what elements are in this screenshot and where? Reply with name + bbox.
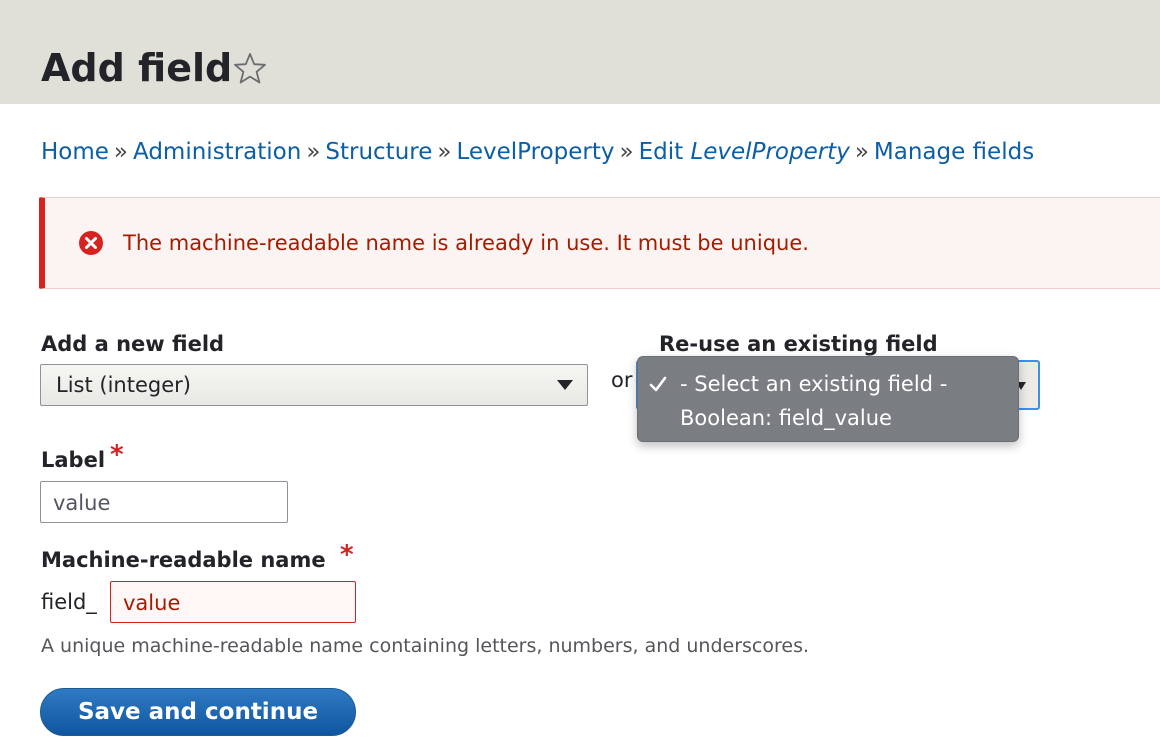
breadcrumb-structure[interactable]: Structure bbox=[325, 139, 432, 165]
error-text: The machine-readable name is already in … bbox=[123, 231, 809, 255]
or-label: or bbox=[611, 368, 633, 392]
breadcrumb-separator: » bbox=[437, 139, 452, 165]
star-outline-icon[interactable] bbox=[232, 51, 268, 87]
add-new-field-label: Add a new field bbox=[41, 332, 225, 356]
breadcrumb-separator: » bbox=[306, 139, 321, 165]
machine-name-prefix: field_ bbox=[41, 590, 97, 614]
page-header: Add field bbox=[0, 0, 1160, 104]
checkmark-icon bbox=[649, 376, 667, 392]
reuse-field-label: Re-use an existing field bbox=[659, 332, 938, 356]
page-title: Add field bbox=[41, 46, 233, 90]
breadcrumb-edit-levelproperty[interactable]: Edit LevelProperty bbox=[639, 139, 850, 165]
error-circle-icon bbox=[79, 231, 103, 255]
breadcrumb-edit-prefix: Edit bbox=[638, 139, 691, 165]
breadcrumb-manage-fields[interactable]: Manage fields bbox=[874, 139, 1034, 165]
add-new-field-selected: List (integer) bbox=[56, 373, 191, 397]
chevron-down-icon bbox=[557, 380, 573, 390]
save-and-continue-button[interactable]: Save and continue bbox=[40, 688, 356, 736]
breadcrumb: Home» Administration» Structure» LevelPrope… bbox=[41, 136, 1034, 168]
machine-name-input-value: value bbox=[123, 591, 181, 615]
label-input[interactable]: value bbox=[40, 481, 288, 523]
dropdown-option-boolean-field-value[interactable]: Boolean: field_value bbox=[680, 404, 892, 432]
breadcrumb-separator: » bbox=[854, 139, 869, 165]
machine-name-input[interactable]: value bbox=[110, 581, 356, 623]
breadcrumb-administration[interactable]: Administration bbox=[133, 139, 301, 165]
reuse-field-dropdown-menu: - Select an existing field - Boolean: fi… bbox=[637, 356, 1019, 442]
machine-name-label: Machine-readable name bbox=[41, 548, 326, 572]
breadcrumb-edit-entity: LevelProperty bbox=[690, 139, 850, 165]
machine-name-description: A unique machine-readable name containin… bbox=[41, 635, 810, 657]
breadcrumb-separator: » bbox=[113, 139, 128, 165]
error-message: The machine-readable name is already in … bbox=[39, 197, 1160, 289]
breadcrumb-separator: » bbox=[619, 139, 634, 165]
label-input-value: value bbox=[53, 491, 111, 515]
label-field-label: Label bbox=[41, 448, 106, 472]
required-marker: * bbox=[110, 440, 124, 470]
breadcrumb-levelproperty[interactable]: LevelProperty bbox=[456, 139, 614, 165]
add-new-field-select[interactable]: List (integer) bbox=[40, 364, 588, 406]
required-marker: * bbox=[340, 540, 354, 570]
breadcrumb-home[interactable]: Home bbox=[41, 139, 109, 165]
dropdown-option-select-existing[interactable]: - Select an existing field - bbox=[680, 370, 947, 398]
